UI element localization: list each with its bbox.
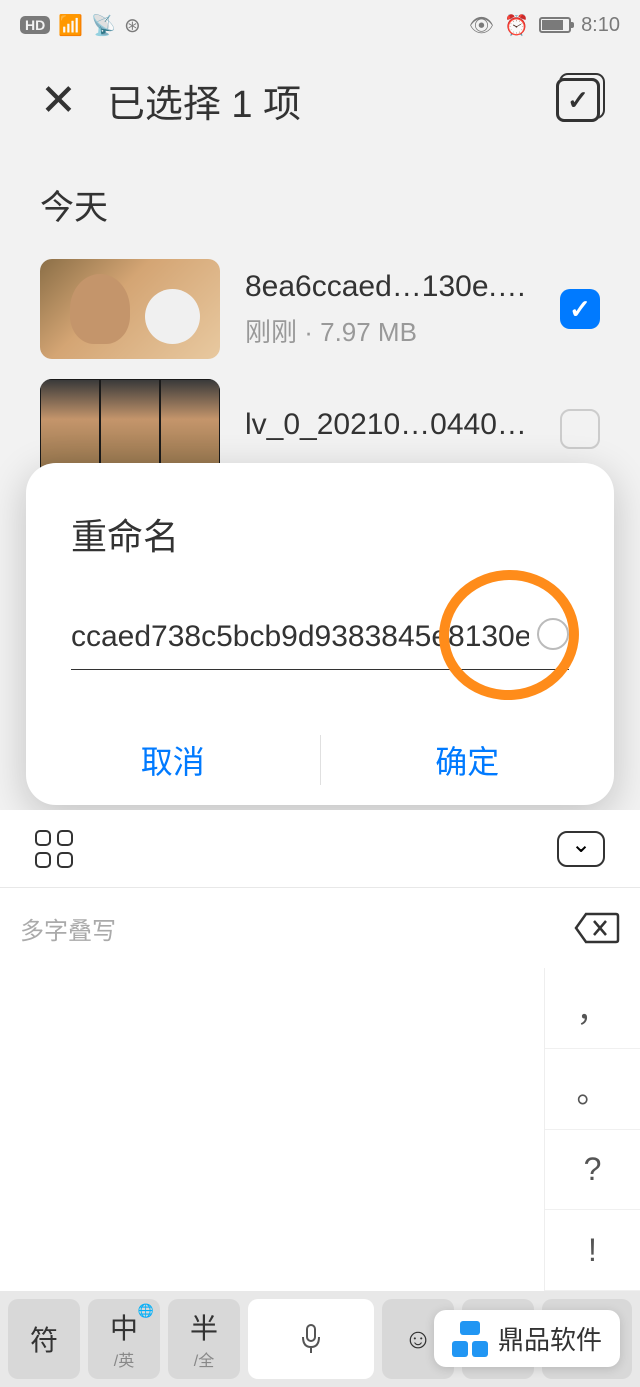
file-meta: 刚刚 · 7.97 MB [245,312,535,349]
dialog-title: 重命名 [26,508,614,560]
file-name: 8ea6ccaed…130e.mp4 [245,270,535,304]
file-info: lv_0_20210…0440.mp4 [245,408,535,450]
globe-icon: 🌐 [138,1303,154,1319]
clear-input-icon[interactable] [537,618,569,650]
selection-header: ✕ 已选择 1 项 [0,50,640,150]
wifi-icon: 📡 [91,13,116,38]
confirm-button[interactable]: 确定 [321,715,615,805]
close-icon[interactable]: ✕ [40,75,77,126]
file-checkbox[interactable] [560,289,600,329]
dialog-actions: 取消 确定 [26,715,614,805]
input-wrapper [71,610,569,670]
select-all-button[interactable] [556,78,600,122]
rename-input[interactable] [71,610,569,670]
cancel-button[interactable]: 取消 [26,715,320,805]
space-key[interactable] [248,1299,374,1379]
file-checkbox[interactable] [560,409,600,449]
punct-key-exclaim[interactable]: ! [545,1210,640,1291]
punct-key-comma[interactable]: ， [545,968,640,1049]
section-today: 今天 [0,150,640,249]
video-thumbnail [40,259,220,359]
watermark: 鼎品软件 [434,1310,620,1367]
backspace-icon[interactable] [572,910,620,946]
status-right: 👁 ⏰ 8:10 [469,13,620,38]
watermark-logo-icon [452,1321,488,1357]
mic-icon [299,1323,323,1355]
eye-icon: 👁 [469,13,494,38]
header-title: 已选择 1 项 [107,73,526,128]
suggestion-text: 多字叠写 [20,911,572,946]
battery-icon [539,17,571,33]
punctuation-column: ， 。 ? ! [544,968,640,1291]
keyboard-toolbar [0,810,640,888]
keyboard-suggestion-bar: 多字叠写 [0,888,640,968]
status-bar: HD 📶 📡 ⊛ 👁 ⏰ 8:10 [0,0,640,50]
alarm-icon: ⏰ [504,13,529,38]
file-row[interactable]: 8ea6ccaed…130e.mp4 刚刚 · 7.97 MB [0,249,640,369]
file-name: lv_0_20210…0440.mp4 [245,408,535,442]
symbol-key[interactable]: 符 [8,1299,80,1379]
punct-key-question[interactable]: ? [545,1130,640,1211]
collapse-keyboard-icon[interactable] [557,831,605,867]
width-key[interactable]: 半/全 [168,1299,240,1379]
signal-icon: 📶 [58,13,83,38]
nfc-icon: ⊛ [124,13,141,38]
status-left: HD 📶 📡 ⊛ [20,13,141,38]
hd-badge: HD [20,16,50,34]
rename-dialog: 重命名 取消 确定 [26,463,614,805]
keyboard-grid-icon[interactable] [35,830,73,868]
watermark-text: 鼎品软件 [498,1320,602,1357]
file-info: 8ea6ccaed…130e.mp4 刚刚 · 7.97 MB [245,270,535,349]
punct-key-period[interactable]: 。 [545,1049,640,1130]
language-key[interactable]: 🌐中/英 [88,1299,160,1379]
clock-time: 8:10 [581,14,620,37]
keyboard-writing-area[interactable]: ， 。 ? ! [0,968,640,1291]
